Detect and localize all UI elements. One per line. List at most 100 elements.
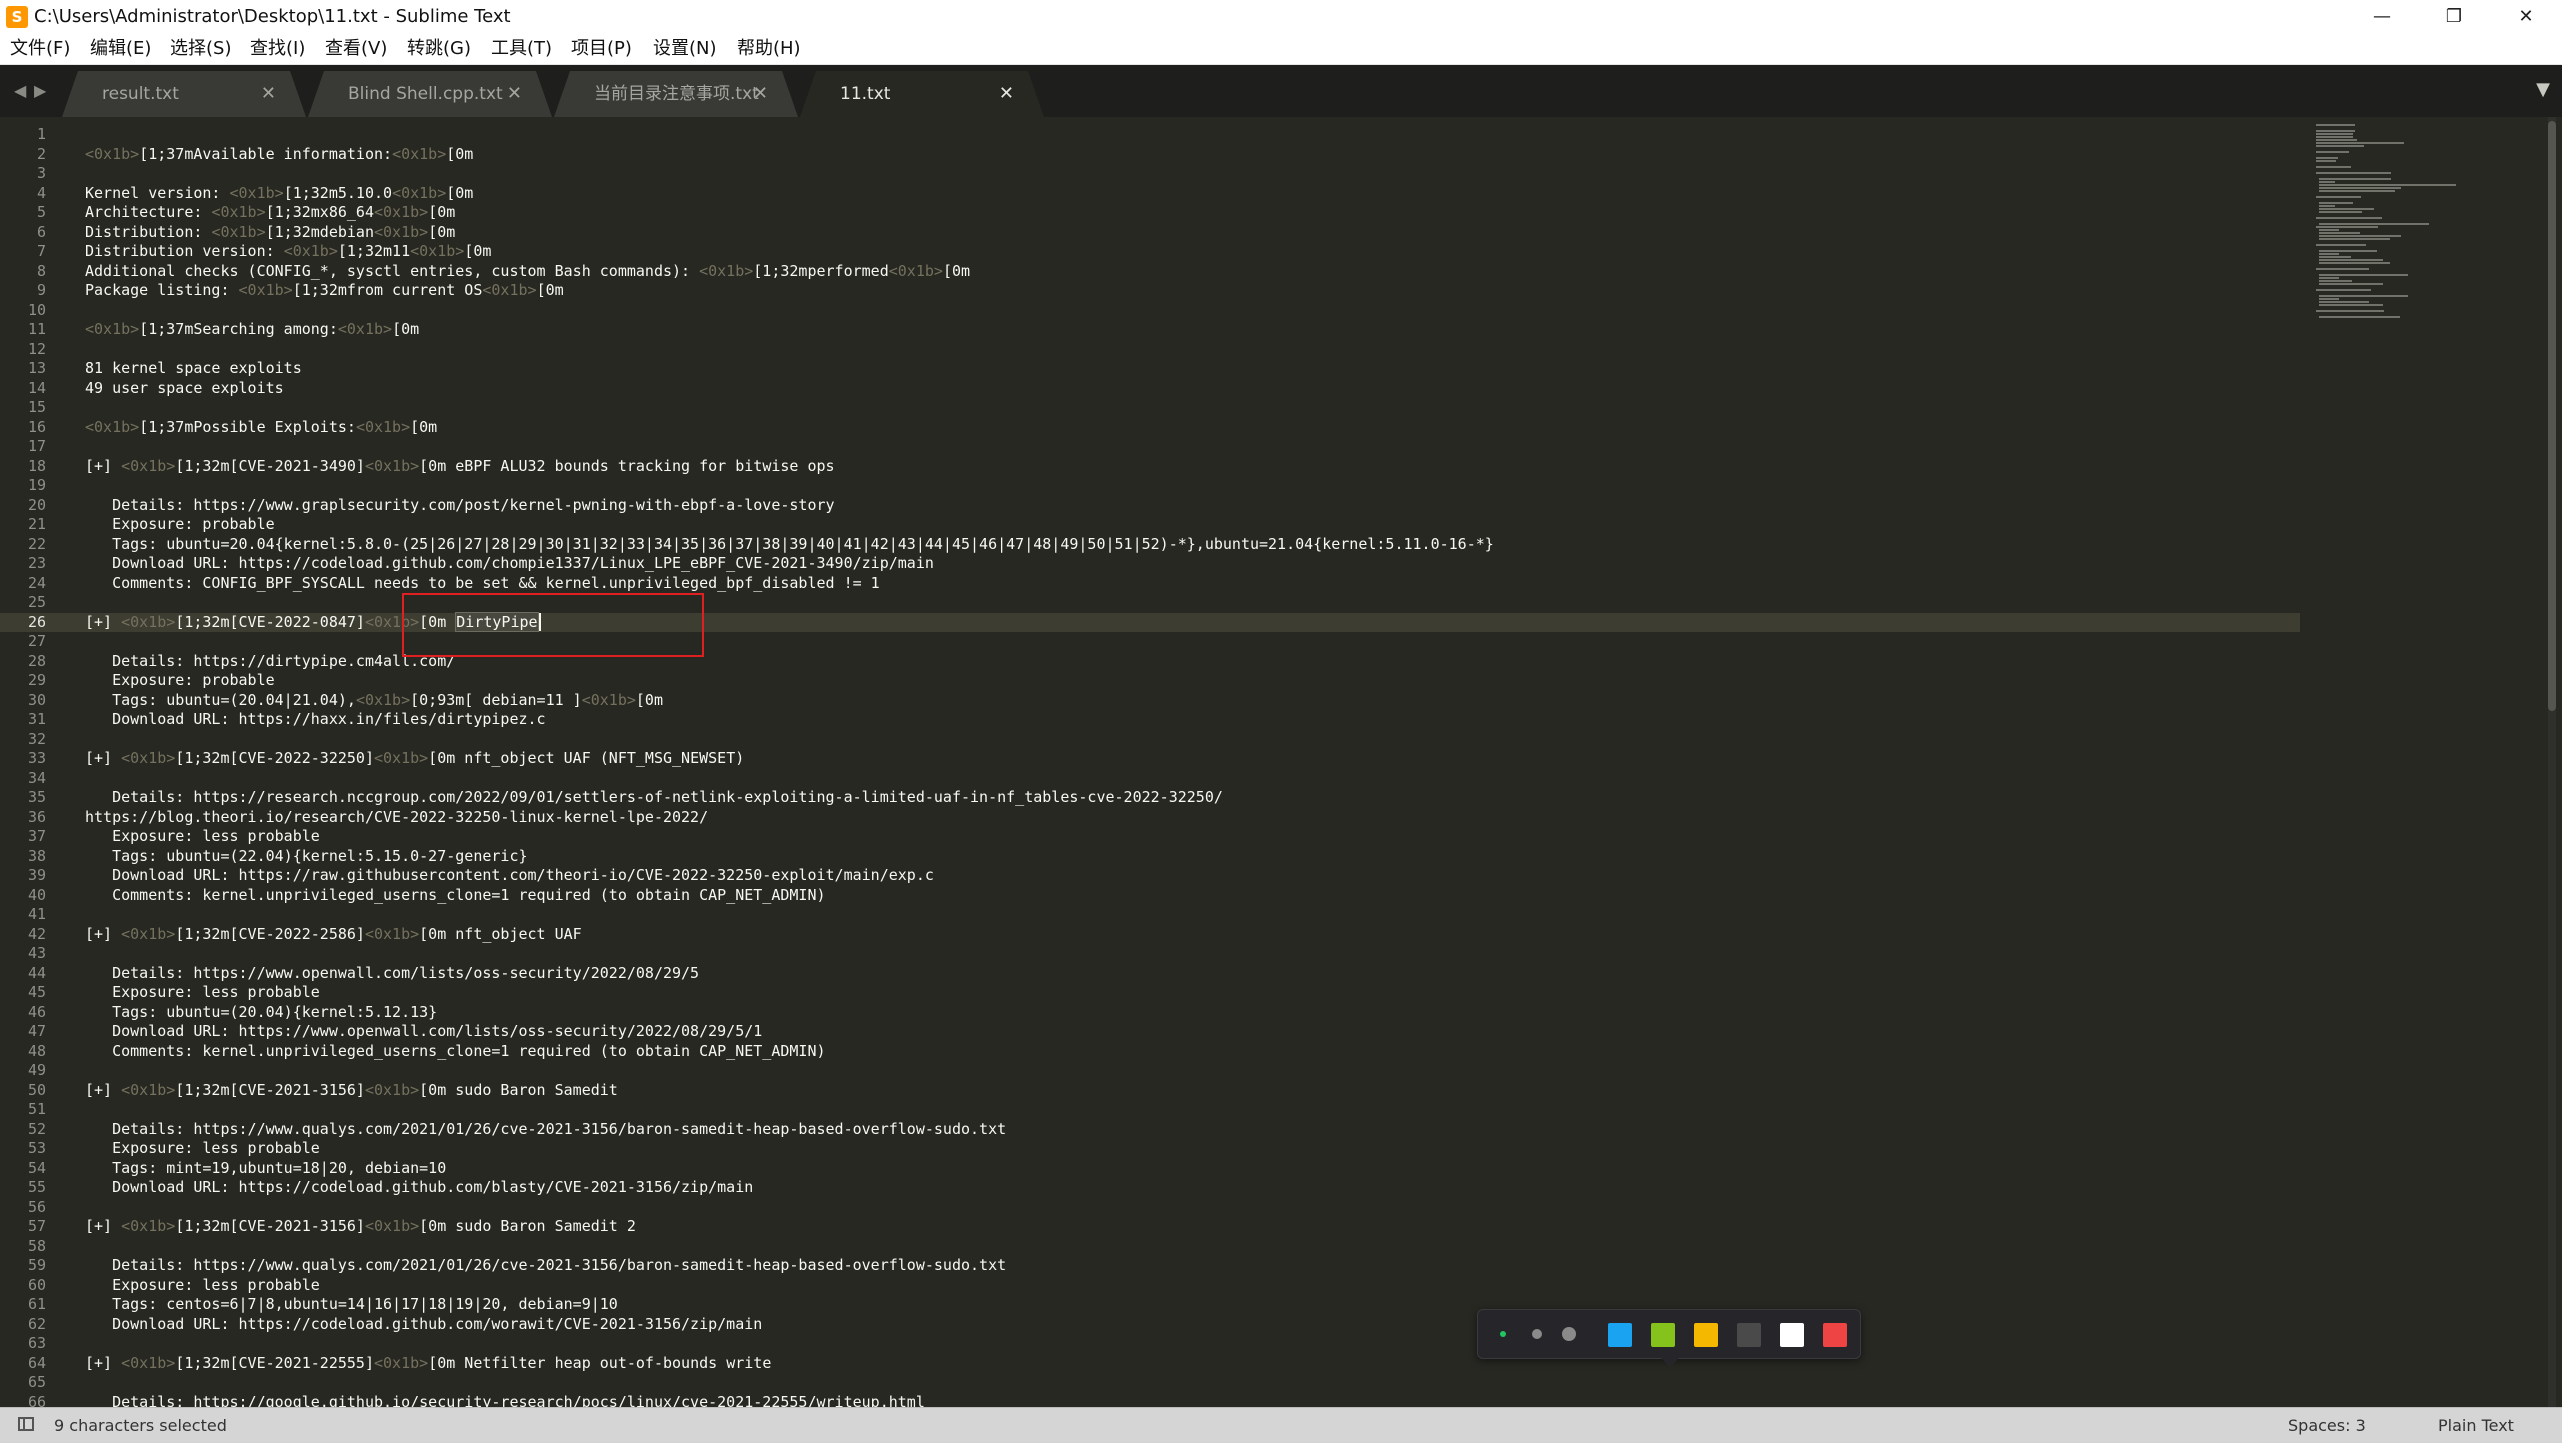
escape-char: <0x1b>	[364, 924, 420, 943]
close-window-button[interactable]: ✕	[2490, 0, 2562, 34]
code-line[interactable]: Tags: ubuntu=(20.04){kernel:5.12.13}	[85, 1003, 437, 1023]
escape-char: <0x1b>	[355, 417, 411, 436]
code-line[interactable]: [+] <0x1b>[1;32m[CVE-2021-3156]<0x1b>[0m…	[85, 1217, 636, 1237]
code-line[interactable]: Exposure: less probable	[85, 983, 320, 1003]
menu-find[interactable]: 查找(I)	[250, 34, 305, 64]
syntax-status[interactable]: Plain Text	[2438, 1408, 2514, 1443]
menu-tools[interactable]: 工具(T)	[491, 34, 552, 64]
menu-selection[interactable]: 选择(S)	[170, 34, 231, 64]
panel-toggle-icon[interactable]	[18, 1417, 34, 1431]
code-line[interactable]: Details: https://www.qualys.com/2021/01/…	[85, 1120, 1006, 1140]
indentation-status[interactable]: Spaces: 3	[2288, 1408, 2366, 1443]
menu-edit[interactable]: 编辑(E)	[90, 34, 151, 64]
restore-button[interactable]: ❐	[2418, 0, 2490, 34]
code-line[interactable]: Additional checks (CONFIG_*, sysctl entr…	[85, 262, 970, 282]
code-line[interactable]: Download URL: https://haxx.in/files/dirt…	[85, 710, 546, 730]
color-swatch-red[interactable]	[1823, 1323, 1847, 1347]
minimap-line	[2318, 205, 2335, 207]
minimap-line	[2318, 274, 2408, 276]
escape-char: <0x1b>	[482, 281, 537, 299]
escape-char: <0x1b>	[337, 320, 393, 338]
code-line[interactable]: <0x1b>[1;37mPossible Exploits:<0x1b>[0m	[85, 418, 437, 438]
minimap[interactable]	[2310, 117, 2550, 377]
code-line[interactable]: Package listing: <0x1b>[1;32mfrom curren…	[85, 281, 564, 301]
code-line[interactable]: Distribution: <0x1b>[1;32mdebian<0x1b>[0…	[85, 223, 455, 243]
code-line[interactable]: 49 user space exploits	[85, 379, 284, 399]
code-line[interactable]: Comments: kernel.unprivileged_userns_clo…	[85, 1042, 825, 1062]
minimap-line	[2316, 136, 2353, 138]
code-line[interactable]: Exposure: probable	[85, 671, 275, 691]
code-line[interactable]: Download URL: https://codeload.github.co…	[85, 554, 934, 574]
editor-area[interactable]: 1 2 3 4 5 6 7 8 9 10 11 12 13 14 15 16 17 18 19 20 21 22 23 24 2…	[0, 117, 2562, 1407]
color-swatch-white[interactable]	[1780, 1323, 1804, 1347]
code-line[interactable]: Comments: CONFIG_BPF_SYSCALL needs to be…	[85, 574, 880, 594]
menu-goto[interactable]: 转跳(G)	[407, 34, 471, 64]
menu-view[interactable]: 查看(V)	[325, 34, 387, 64]
vertical-scrollbar[interactable]	[2548, 117, 2556, 1407]
tab-11-txt[interactable]: 11.txt ✕	[800, 71, 1044, 117]
tab-prev-icon[interactable]: ◀	[14, 79, 26, 103]
tab-notes[interactable]: 当前目录注意事项.txt ✕	[554, 71, 798, 117]
code-line[interactable]: <0x1b>[1;37mAvailable information:<0x1b>…	[85, 145, 473, 165]
code-line[interactable]: Tags: ubuntu=(22.04){kernel:5.15.0-27-ge…	[85, 847, 527, 867]
code-line[interactable]: Exposure: less probable	[85, 1139, 320, 1159]
code-line[interactable]: [+] <0x1b>[1;32m[CVE-2021-3490]<0x1b>[0m…	[85, 457, 835, 477]
code-line[interactable]: Download URL: https://codeload.github.co…	[85, 1315, 762, 1335]
code-line[interactable]: https://blog.theori.io/research/CVE-2022…	[85, 808, 708, 828]
code-line[interactable]: Exposure: probable	[85, 515, 275, 535]
code-line[interactable]: [+] <0x1b>[1;32m[CVE-2021-3156]<0x1b>[0m…	[85, 1081, 618, 1101]
code-line[interactable]: [+] <0x1b>[1;32m[CVE-2022-2586]<0x1b>[0m…	[85, 925, 582, 945]
escape-char: <0x1b>	[699, 261, 754, 280]
pen-size-medium-dot[interactable]	[1532, 1329, 1542, 1339]
code-line[interactable]: <0x1b>[1;37mSearching among:<0x1b>[0m	[85, 320, 419, 340]
tab-result-txt[interactable]: result.txt ✕	[62, 71, 306, 117]
pen-size-small-dot[interactable]	[1500, 1331, 1506, 1337]
code-line[interactable]: Download URL: https://www.openwall.com/l…	[85, 1022, 762, 1042]
pen-size-large-dot[interactable]	[1562, 1327, 1576, 1341]
code-line[interactable]: Download URL: https://codeload.github.co…	[85, 1178, 753, 1198]
minimap-line	[2318, 235, 2401, 237]
code-line[interactable]: [+] <0x1b>[1;32m[CVE-2021-22555]<0x1b>[0…	[85, 1354, 771, 1374]
menu-file[interactable]: 文件(F)	[10, 34, 70, 64]
code-line[interactable]: 81 kernel space exploits	[85, 359, 302, 379]
code-line[interactable]: Kernel version: <0x1b>[1;32m5.10.0<0x1b>…	[85, 184, 473, 204]
minimize-button[interactable]: —	[2346, 0, 2418, 34]
code-line[interactable]: Download URL: https://raw.githubusercont…	[85, 866, 934, 886]
tab-close-icon[interactable]: ✕	[507, 71, 522, 117]
minimap-line	[2316, 268, 2370, 270]
code-line[interactable]: Comments: kernel.unprivileged_userns_clo…	[85, 886, 825, 906]
code-text[interactable]: <0x1b>[1;37mAvailable information:<0x1b>…	[0, 117, 2300, 1408]
code-line[interactable]: Distribution version: <0x1b>[1;32m11<0x1…	[85, 242, 491, 262]
tab-blind-shell[interactable]: Blind Shell.cpp.txt ✕	[308, 71, 552, 117]
color-swatch-yellow[interactable]	[1694, 1323, 1718, 1347]
code-line[interactable]: Details: https://www.qualys.com/2021/01/…	[85, 1256, 1006, 1276]
tab-next-icon[interactable]: ▶	[34, 79, 46, 103]
code-line[interactable]: Details: https://google.github.io/securi…	[85, 1393, 925, 1408]
color-swatch-green[interactable]	[1651, 1323, 1675, 1347]
menu-preferences[interactable]: 设置(N)	[653, 34, 717, 64]
color-swatch-gray[interactable]	[1737, 1323, 1761, 1347]
code-line[interactable]: Details: https://research.nccgroup.com/2…	[85, 788, 1223, 808]
code-line[interactable]: Tags: ubuntu=(20.04|21.04),<0x1b>[0;93m[…	[85, 691, 663, 711]
tab-bar: ◀ ▶ result.txt ✕ Blind Shell.cpp.txt ✕ 当…	[0, 65, 2562, 117]
tab-close-icon[interactable]: ✕	[999, 71, 1014, 117]
code-line[interactable]: Tags: ubuntu=20.04{kernel:5.8.0-(25|26|2…	[85, 535, 1494, 555]
tab-close-icon[interactable]: ✕	[753, 71, 768, 117]
code-line[interactable]: Tags: mint=19,ubuntu=18|20, debian=10	[85, 1159, 446, 1179]
minimap-line	[2318, 232, 2361, 234]
code-line[interactable]: Details: https://dirtypipe.cm4all.com/	[85, 652, 455, 672]
color-swatch-blue[interactable]	[1608, 1323, 1632, 1347]
code-line[interactable]: Tags: centos=6|7|8,ubuntu=14|16|17|18|19…	[85, 1295, 618, 1315]
code-line[interactable]: Exposure: less probable	[85, 827, 320, 847]
minimap-line	[2316, 160, 2336, 162]
tab-list-dropdown-icon[interactable]: ▼	[2536, 79, 2550, 100]
menu-help[interactable]: 帮助(H)	[737, 34, 801, 64]
code-line[interactable]: Architecture: <0x1b>[1;32mx86_64<0x1b>[0…	[85, 203, 455, 223]
scrollbar-thumb[interactable]	[2548, 121, 2556, 711]
code-line[interactable]: Exposure: less probable	[85, 1276, 320, 1296]
menu-project[interactable]: 项目(P)	[571, 34, 632, 64]
tab-close-icon[interactable]: ✕	[261, 71, 276, 117]
code-line[interactable]: [+] <0x1b>[1;32m[CVE-2022-32250]<0x1b>[0…	[85, 749, 744, 769]
code-line[interactable]: Details: https://www.openwall.com/lists/…	[85, 964, 699, 984]
code-line[interactable]: Details: https://www.graplsecurity.com/p…	[85, 496, 834, 516]
